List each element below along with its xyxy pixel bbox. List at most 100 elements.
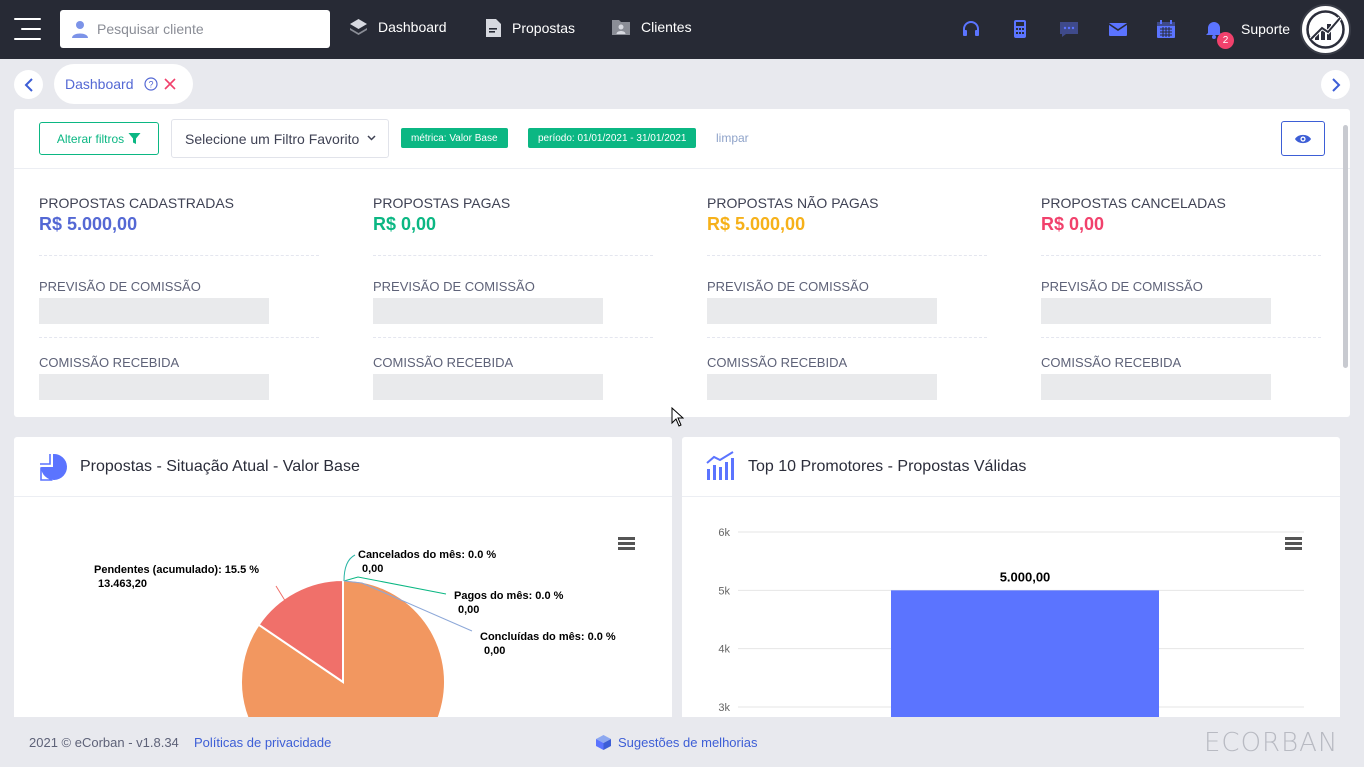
summary-card: Alterar filtros Selecione um Filtro Favo… bbox=[14, 109, 1350, 417]
dashed-divider bbox=[39, 255, 319, 256]
period-filter-chip: período: 01/01/2021 - 31/01/2021 bbox=[528, 128, 697, 148]
search-input[interactable] bbox=[97, 21, 317, 37]
user-avatar[interactable] bbox=[1300, 4, 1351, 55]
dashed-divider bbox=[373, 255, 653, 256]
help-icon[interactable]: ? bbox=[143, 77, 158, 91]
nav-clientes[interactable]: Clientes bbox=[611, 18, 692, 36]
forecast-value-placeholder bbox=[39, 298, 269, 324]
received-value-placeholder bbox=[1041, 374, 1271, 400]
y-tick-label: 3k bbox=[718, 702, 730, 714]
pie-chart bbox=[240, 554, 473, 727]
dashed-divider bbox=[707, 337, 987, 338]
filter-icon bbox=[128, 133, 141, 144]
stat-title: PROPOSTAS PAGAS bbox=[373, 195, 511, 211]
stat-value: R$ 5.000,00 bbox=[707, 214, 806, 234]
pie-data-label: Cancelados do mês: 0.0 % 0,00 bbox=[358, 549, 497, 575]
dashed-divider bbox=[39, 337, 319, 338]
bar[interactable] bbox=[891, 590, 1159, 727]
tab-scroll-right-button[interactable] bbox=[1321, 70, 1350, 99]
forecast-label: PREVISÃO DE COMISSÃO bbox=[39, 279, 201, 294]
y-tick-label: 4k bbox=[718, 644, 730, 656]
stat-title: PROPOSTAS NÃO PAGAS bbox=[707, 195, 879, 211]
forecast-label: PREVISÃO DE COMISSÃO bbox=[373, 279, 535, 294]
client-search-box[interactable] bbox=[60, 10, 330, 48]
card-title: Top 10 Promotores - Propostas Válidas bbox=[748, 458, 1027, 475]
y-tick-label: 6k bbox=[718, 527, 730, 539]
forecast-value-placeholder bbox=[1041, 298, 1271, 324]
bar-chart-card: Top 10 Promotores - Propostas Válidas 3k… bbox=[682, 437, 1340, 727]
forecast-label: PREVISÃO DE COMISSÃO bbox=[1041, 279, 1203, 294]
support-menu[interactable]: Suporte bbox=[1241, 21, 1290, 37]
footer: 2021 © eCorban - v1.8.34 Políticas de pr… bbox=[0, 717, 1364, 767]
calculator-icon[interactable] bbox=[1009, 18, 1031, 40]
mouse-cursor-icon bbox=[671, 407, 684, 427]
tab-dashboard[interactable]: Dashboard ? bbox=[54, 64, 193, 104]
chat-icon[interactable] bbox=[1058, 18, 1080, 40]
change-filters-button[interactable]: Alterar filtros bbox=[39, 122, 159, 155]
tab-scroll-left-button[interactable] bbox=[14, 70, 43, 99]
received-label: COMISSÃO RECEBIDA bbox=[707, 355, 848, 370]
filter-toolbar: Alterar filtros Selecione um Filtro Favo… bbox=[14, 109, 1350, 169]
bar-chart-growth-icon bbox=[706, 451, 734, 480]
pie-data-label: Concluídas do mês: 0.0 % 0,00 bbox=[480, 631, 616, 657]
close-tab-icon[interactable] bbox=[163, 78, 176, 90]
nav-clientes-label: Clientes bbox=[641, 19, 692, 35]
dashed-divider bbox=[1041, 255, 1321, 256]
received-value-placeholder bbox=[39, 374, 269, 400]
bar-data-label: 5.000,00 bbox=[1000, 569, 1051, 584]
toggle-visibility-button[interactable] bbox=[1281, 121, 1325, 156]
nav-dashboard-label: Dashboard bbox=[378, 19, 447, 35]
brand-logo-text: ECORBAN bbox=[1204, 728, 1339, 758]
dashed-divider bbox=[1041, 337, 1321, 338]
forecast-value-placeholder bbox=[707, 298, 937, 324]
favorite-filter-value: Selecione um Filtro Favorito bbox=[185, 130, 360, 147]
forecast-label: PREVISÃO DE COMISSÃO bbox=[707, 279, 869, 294]
pie-data-label: Pagos do mês: 0.0 % 0,00 bbox=[454, 590, 564, 616]
nav-propostas-label: Propostas bbox=[512, 20, 576, 36]
nav-propostas[interactable]: Propostas bbox=[485, 18, 575, 38]
card-header: Propostas - Situação Atual - Valor Base bbox=[14, 437, 672, 497]
dashed-divider bbox=[707, 255, 987, 256]
received-label: COMISSÃO RECEBIDA bbox=[373, 355, 514, 370]
change-filters-label: Alterar filtros bbox=[56, 131, 125, 146]
mail-icon[interactable] bbox=[1107, 18, 1129, 40]
user-icon bbox=[72, 21, 88, 38]
vertical-scrollbar[interactable] bbox=[1343, 125, 1348, 368]
metric-filter-chip: métrica: Valor Base bbox=[401, 128, 508, 148]
cube-icon bbox=[596, 735, 611, 750]
clear-filters-link[interactable]: limpar bbox=[716, 131, 749, 145]
calendar-icon[interactable] bbox=[1155, 18, 1177, 40]
received-value-placeholder bbox=[373, 374, 603, 400]
nav-dashboard[interactable]: Dashboard bbox=[349, 18, 447, 36]
card-header: Top 10 Promotores - Propostas Válidas bbox=[682, 437, 1340, 497]
eye-icon bbox=[1295, 134, 1311, 143]
stat-value: R$ 0,00 bbox=[1041, 214, 1105, 234]
forecast-value-placeholder bbox=[373, 298, 603, 324]
suggestions-link[interactable]: Sugestões de melhorias bbox=[595, 734, 757, 751]
pie-chart-card: Propostas - Situação Atual - Valor Base … bbox=[14, 437, 672, 727]
hamburger-menu-icon[interactable] bbox=[14, 18, 41, 40]
received-label: COMISSÃO RECEBIDA bbox=[39, 355, 180, 370]
favorite-filter-select[interactable]: Selecione um Filtro Favorito bbox=[171, 119, 389, 158]
stat-title: PROPOSTAS CANCELADAS bbox=[1041, 195, 1226, 211]
bar-chart: 3k 4k 5k 6k 5.000,00 bbox=[718, 527, 1304, 727]
chevron-right-icon bbox=[1331, 77, 1340, 92]
y-tick-label: 5k bbox=[718, 585, 730, 597]
chevron-left-icon bbox=[24, 77, 33, 92]
card-title: Propostas - Situação Atual - Valor Base bbox=[80, 458, 360, 475]
suggestions-label: Sugestões de melhorias bbox=[618, 735, 758, 750]
svg-text:?: ? bbox=[148, 80, 153, 90]
stat-value: R$ 0,00 bbox=[373, 214, 437, 234]
folder-user-icon bbox=[612, 20, 630, 35]
document-icon bbox=[486, 19, 501, 37]
headset-icon[interactable] bbox=[960, 18, 982, 40]
stat-title: PROPOSTAS CADASTRADAS bbox=[39, 195, 235, 211]
growth-logo-icon bbox=[1306, 10, 1345, 49]
layers-icon bbox=[350, 19, 367, 35]
stat-value: R$ 5.000,00 bbox=[39, 214, 138, 234]
copyright-text: 2021 © eCorban - v1.8.34 bbox=[29, 735, 179, 750]
tab-dashboard-label: Dashboard bbox=[65, 76, 134, 92]
pie-connector-line bbox=[343, 554, 356, 582]
received-value-placeholder bbox=[707, 374, 937, 400]
privacy-policy-link[interactable]: Políticas de privacidade bbox=[194, 735, 331, 750]
